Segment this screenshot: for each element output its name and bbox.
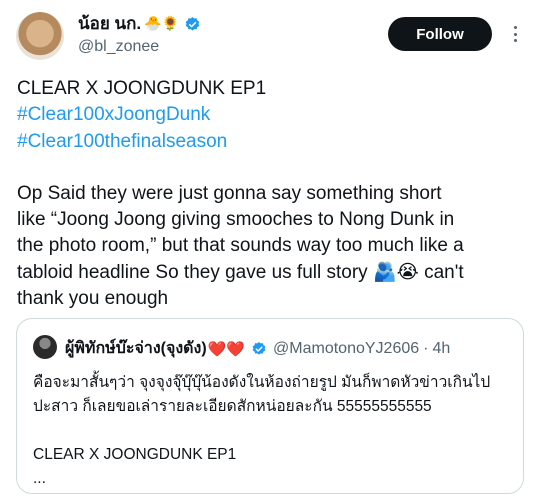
- author-name-row[interactable]: น้อย นก. 🐣🌻: [78, 14, 201, 34]
- tweet-body-line: thank you enough: [17, 288, 169, 310]
- tweet-body-line: the photo room,” but that sounds way too…: [17, 235, 464, 257]
- tweet-text: CLEAR X JOONGDUNK EP1 #Clear100xJoongDun…: [17, 76, 527, 312]
- quoted-tweet-card[interactable]: ผู้พิทักษ์บ๊ะจ่าง(จุงดัง) ❤️❤️ @Mamotono…: [16, 318, 524, 494]
- author-name-emojis: 🐣🌻: [144, 16, 180, 32]
- quoted-text-ellipsis: ...: [33, 470, 46, 487]
- quoted-separator: ·: [423, 339, 429, 357]
- quoted-verified-badge-icon: [252, 341, 266, 355]
- quoted-text-line: คือจะมาสั้นๆว่า จุงจุงจุ๊บุ๊บุ๊น้องดังใน…: [33, 374, 491, 391]
- tweet-body-line: like “Joong Joong giving smooches to Non…: [17, 209, 455, 231]
- hashtag-clear100thefinalseason[interactable]: #Clear100thefinalseason: [17, 129, 527, 155]
- quoted-tweet-header: ผู้พิทักษ์บ๊ะจ่าง(จุงดัง) ❤️❤️ @Mamotono…: [65, 336, 450, 361]
- author-display-name[interactable]: น้อย นก.: [78, 14, 141, 34]
- more-options-icon[interactable]: [508, 24, 522, 44]
- quoted-name-emojis: ❤️❤️: [207, 340, 246, 358]
- hashtag-clear100xjoongdunk[interactable]: #Clear100xJoongDunk: [17, 102, 527, 128]
- author-avatar[interactable]: [16, 12, 64, 60]
- tweet-title-line: CLEAR X JOONGDUNK EP1: [17, 78, 267, 99]
- quoted-author-avatar: [33, 335, 57, 359]
- verified-badge-icon: [185, 16, 200, 31]
- tweet-body-line: tabloid headline So they gave us full st…: [17, 261, 464, 283]
- quoted-author-handle: @MamotonoYJ2606: [273, 339, 420, 357]
- tweet-header: น้อย นก. 🐣🌻 @bl_zonee Follow: [0, 0, 540, 72]
- tweet-body-line: Op Said they were just gonna say somethi…: [17, 182, 442, 204]
- quoted-author-name: ผู้พิทักษ์บ๊ะจ่าง(จุงดัง): [65, 340, 207, 357]
- quoted-timestamp: 4h: [432, 339, 451, 357]
- author-handle[interactable]: @bl_zonee: [78, 38, 159, 56]
- quoted-tweet-text: คือจะมาสั้นๆว่า จุงจุงจุ๊บุ๊บุ๊น้องดังใน…: [33, 371, 513, 491]
- quoted-text-line: ปะสาว ก็เลยขอเล่ารายละเอียดสักหน่อยละกัน…: [33, 398, 432, 415]
- quoted-text-line: CLEAR X JOONGDUNK EP1: [33, 446, 237, 463]
- follow-button[interactable]: Follow: [388, 17, 492, 51]
- quoted-blank-line: [33, 419, 513, 443]
